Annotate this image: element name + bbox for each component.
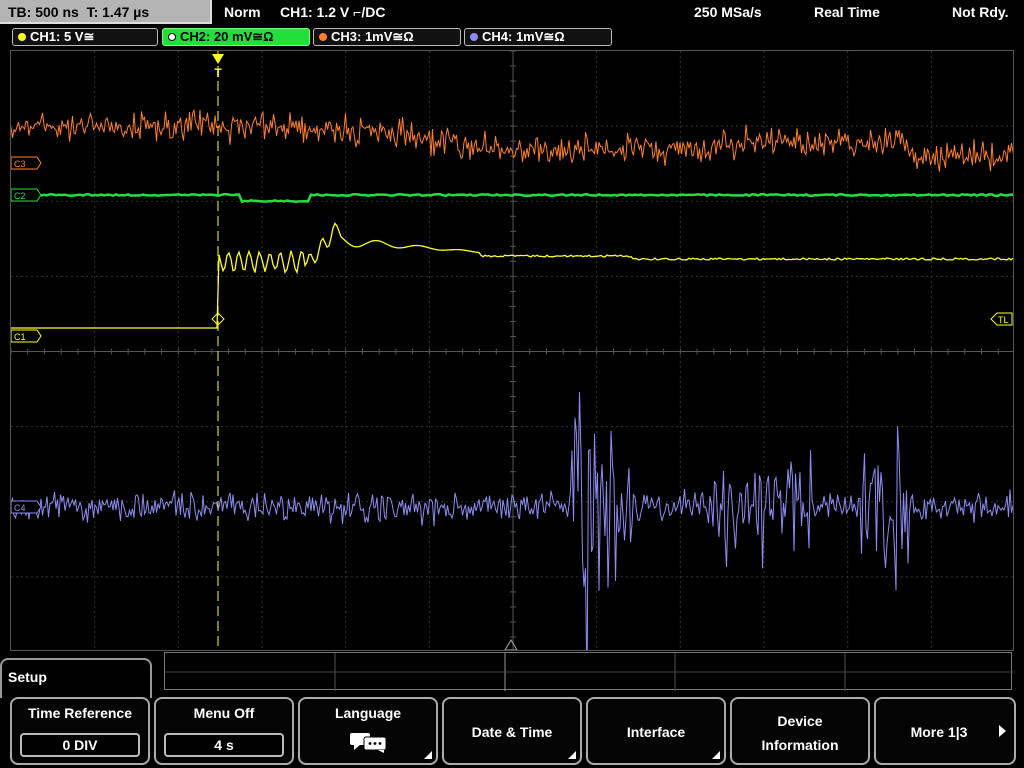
next-page-icon [999,725,1006,737]
device-information-label-1: Device [777,713,823,729]
c1-offset-marker[interactable]: C1 [11,329,42,343]
trigger-marker-label: T [214,66,222,80]
menu-title: Setup [8,669,47,685]
sample-rate: 250 MSa/s [694,4,762,20]
trigger-mode[interactable]: Norm [224,0,261,24]
ch2-color-dot [168,33,176,41]
c3-offset-marker[interactable]: C3 [11,156,42,170]
c4-marker-label: C4 [14,503,26,513]
submenu-arrow-icon [424,751,432,759]
c3-marker-label: C3 [14,159,26,169]
interface-softkey[interactable]: Interface [586,697,726,765]
language-label: Language [334,705,402,721]
trigger-level-marker[interactable]: TL [990,312,1013,326]
acquisition-mode: Real Time [814,4,880,20]
time-reference-softkey[interactable]: Time Reference 0 DIV [10,697,150,765]
waveform-canvas: T C3 C2 C1 C4 TL [11,51,1013,650]
submenu-arrow-icon [712,751,720,759]
more-softkey[interactable]: More 1|3 [874,697,1016,765]
date-time-softkey[interactable]: Date & Time [442,697,582,765]
time-reference-value: 0 DIV [20,733,140,757]
submenu-arrow-icon [568,751,576,759]
ch1-color-dot [18,33,26,41]
c2-offset-marker[interactable]: C2 [11,188,42,202]
acquisition-state: Not Rdy. [952,4,1009,20]
interface-label: Interface [626,724,686,740]
ch2-waveform [11,192,1013,204]
graticule [11,51,1013,650]
ch2-label: CH2: 20 mV≅Ω [180,29,274,44]
ch4-color-dot [470,33,478,41]
time-reference-marker [504,639,518,650]
waveform-display[interactable]: T C3 C2 C1 C4 TL [10,50,1014,651]
timebase-box[interactable]: TB: 500 ns T: 1.47 µs [0,0,212,24]
menu-off-value: 4 s [164,733,284,757]
ch4-label: CH4: 1mV≅Ω [482,29,565,44]
timebase-readout: TB: 500 ns [8,4,79,20]
status-bar: TB: 500 ns T: 1.47 µs Norm CH1: 1.2 V ⌐/… [0,0,1024,26]
ch1-label: CH1: 5 V≅ [30,29,95,44]
channel-tab-ch3[interactable]: CH3: 1mV≅Ω [313,28,461,46]
trigger-marker[interactable]: T [212,54,224,80]
ch1-waveform [11,222,1013,329]
time-reference-label: Time Reference [27,705,132,721]
trigger-time-readout: T: 1.47 µs [86,4,150,20]
c4-offset-marker[interactable]: C4 [11,500,42,514]
more-label: More 1|3 [910,724,968,740]
date-time-label: Date & Time [471,724,553,740]
trigger-source[interactable]: CH1: 1.2 V ⌐/DC [280,0,385,24]
channel-tab-ch4[interactable]: CH4: 1mV≅Ω [464,28,612,46]
tl-marker-label: TL [998,315,1009,325]
channel-tab-ch2[interactable]: CH2: 20 mV≅Ω [162,28,310,46]
c2-marker-label: C2 [14,191,26,201]
ch3-color-dot [319,33,327,41]
language-softkey[interactable]: Language [298,697,438,765]
speech-bubbles-icon [350,731,390,756]
device-information-label-2: Information [761,737,839,753]
menu-off-softkey[interactable]: Menu Off 4 s [154,697,294,765]
c1-marker-label: C1 [14,332,26,342]
ch3-label: CH3: 1mV≅Ω [331,29,414,44]
channel-tab-ch1[interactable]: CH1: 5 V≅ [12,28,158,46]
menu-off-label: Menu Off [193,705,255,721]
overview-strip [164,652,1013,691]
device-information-softkey[interactable]: Device Information [730,697,870,765]
